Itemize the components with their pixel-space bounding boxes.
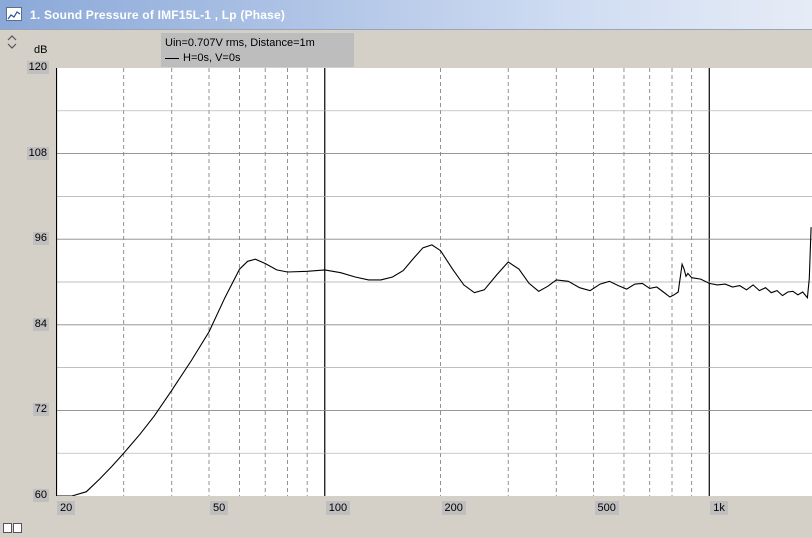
plot-svg bbox=[56, 68, 812, 496]
y-tick-label: 72 bbox=[32, 403, 49, 417]
legend-series-entry: H=0s, V=0s bbox=[165, 51, 354, 66]
marker-icon[interactable] bbox=[13, 523, 22, 533]
y-tick-label: 108 bbox=[26, 146, 49, 160]
status-icons bbox=[3, 520, 23, 538]
y-tick-label: 84 bbox=[32, 317, 49, 331]
series-line-0 bbox=[56, 227, 812, 496]
window-title: 1. Sound Pressure of IMF15L-1 , Lp (Phas… bbox=[30, 8, 286, 22]
x-tick-label: 1k bbox=[710, 501, 728, 515]
chart-window-icon[interactable] bbox=[6, 7, 22, 21]
y-tick-label: 120 bbox=[26, 61, 49, 74]
page-icon[interactable] bbox=[3, 523, 12, 533]
x-tick-label: 100 bbox=[325, 501, 351, 515]
scroll-updown-control[interactable] bbox=[6, 34, 18, 50]
x-tick-label: 500 bbox=[594, 501, 619, 515]
scroll-arrows-icon bbox=[7, 35, 17, 49]
y-tick-label: 96 bbox=[32, 232, 49, 246]
legend-series-label: H=0s, V=0s bbox=[183, 52, 241, 64]
x-tick-label: 50 bbox=[210, 501, 229, 515]
legend-line-swatch bbox=[165, 57, 179, 59]
x-tick-label: 20 bbox=[57, 501, 76, 515]
y-axis-label: dB bbox=[34, 44, 48, 56]
y-tick-label: 60 bbox=[32, 489, 49, 502]
legend-info: Uin=0.707V rms, Distance=1m bbox=[165, 37, 315, 49]
x-tick-label: 200 bbox=[441, 501, 466, 515]
plot-area[interactable] bbox=[56, 68, 812, 496]
window-titlebar[interactable]: 1. Sound Pressure of IMF15L-1 , Lp (Phas… bbox=[0, 0, 812, 30]
chart-glyph-icon bbox=[7, 11, 21, 20]
chart-legend[interactable]: Uin=0.707V rms, Distance=1m H=0s, V=0s bbox=[161, 33, 354, 67]
